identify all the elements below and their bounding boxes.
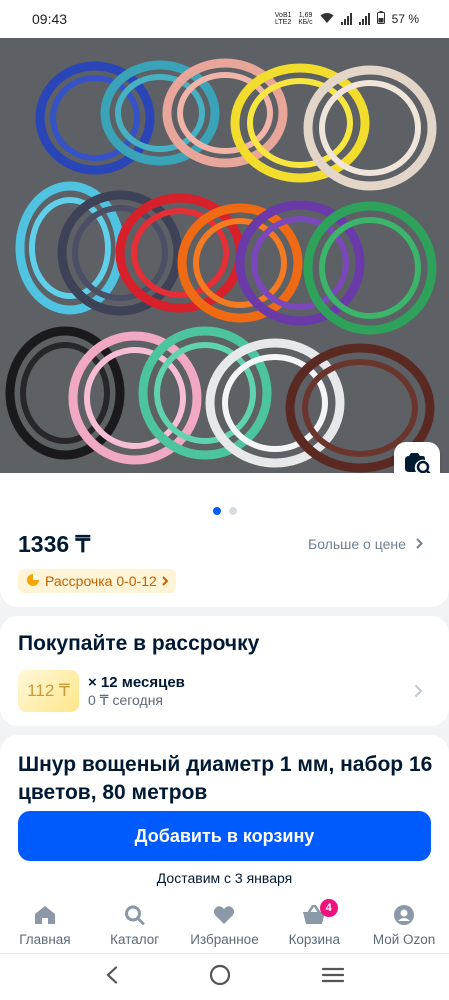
gallery-dot-1[interactable] (212, 507, 221, 515)
cart-count-badge: 4 (319, 899, 338, 917)
more-price-label: Больше о цене (308, 536, 406, 552)
tab-cart[interactable]: 4 Корзина (269, 895, 359, 953)
installment-badge[interactable]: Рассрочка 0-0-12 (18, 569, 176, 593)
status-icons: VoB1 LTE2 1,69 КБ/с 57 % (275, 11, 419, 27)
product-price: 1336 ₸ (18, 531, 91, 557)
tab-favorites[interactable]: Избранное (180, 895, 270, 953)
tab-catalog[interactable]: Каталог (90, 895, 180, 953)
chevron-right-icon (416, 536, 423, 552)
tab-my-ozon[interactable]: Мой Ozon (359, 895, 449, 953)
search-icon (124, 905, 146, 932)
product-photo (0, 38, 449, 473)
wifi-icon (320, 12, 334, 27)
heart-icon (213, 905, 235, 932)
add-to-cart-button[interactable]: Добавить в корзину (18, 811, 431, 861)
tab-favorites-label: Избранное (190, 932, 259, 947)
bottom-tab-bar: Главная Каталог Избранное 4 Корзина Мой … (0, 895, 449, 953)
price-card: 1336 ₸ Больше о цене Рассрочка 0-0-12 (0, 473, 449, 607)
tab-cart-label: Корзина (288, 932, 340, 947)
installment-amount: 112 ₸ (18, 670, 79, 712)
product-title: Шнур вощеный диаметр 1 мм, набор 16 цвет… (18, 753, 433, 804)
home-icon (34, 905, 56, 932)
gallery-dot-2[interactable] (228, 507, 237, 515)
tab-catalog-label: Каталог (110, 932, 160, 947)
delivery-info: Доставим с 3 января (156, 870, 293, 886)
signal-icon (340, 13, 352, 25)
tab-home[interactable]: Главная (0, 895, 90, 953)
tab-home-label: Главная (19, 932, 71, 947)
system-navigation-bar (0, 953, 449, 1000)
status-bar: 09:43 VoB1 LTE2 1,69 КБ/с 57 % (0, 0, 449, 38)
network-type: VoB1 LTE2 (274, 12, 292, 26)
battery-percent: 57 % (391, 12, 419, 26)
tab-my-ozon-label: Мой Ozon (372, 932, 436, 947)
chevron-right-icon (162, 573, 169, 589)
installment-chevron-icon (414, 684, 423, 703)
recent-apps-icon[interactable] (321, 966, 344, 989)
installment-card[interactable]: Покупайте в рассрочку 112 ₸ × 12 месяцев… (0, 616, 449, 726)
signal-icon-2 (358, 13, 370, 25)
battery-icon (376, 11, 385, 27)
gallery-pagination (0, 507, 449, 515)
user-icon (393, 905, 415, 932)
more-about-price-link[interactable]: Больше о цене (308, 536, 423, 552)
network-speed: 1,69 КБ/с (298, 12, 313, 26)
installment-today: 0 ₸ сегодня (88, 692, 164, 708)
back-icon[interactable] (105, 965, 119, 989)
installment-title: Покупайте в рассрочку (18, 632, 260, 655)
installment-months: × 12 месяцев (88, 674, 185, 691)
home-circle-icon[interactable] (209, 964, 231, 991)
product-image[interactable] (0, 38, 449, 473)
status-time: 09:43 (32, 11, 68, 27)
installment-badge-label: Рассрочка 0-0-12 (45, 573, 157, 589)
pie-chart-icon (26, 573, 40, 590)
